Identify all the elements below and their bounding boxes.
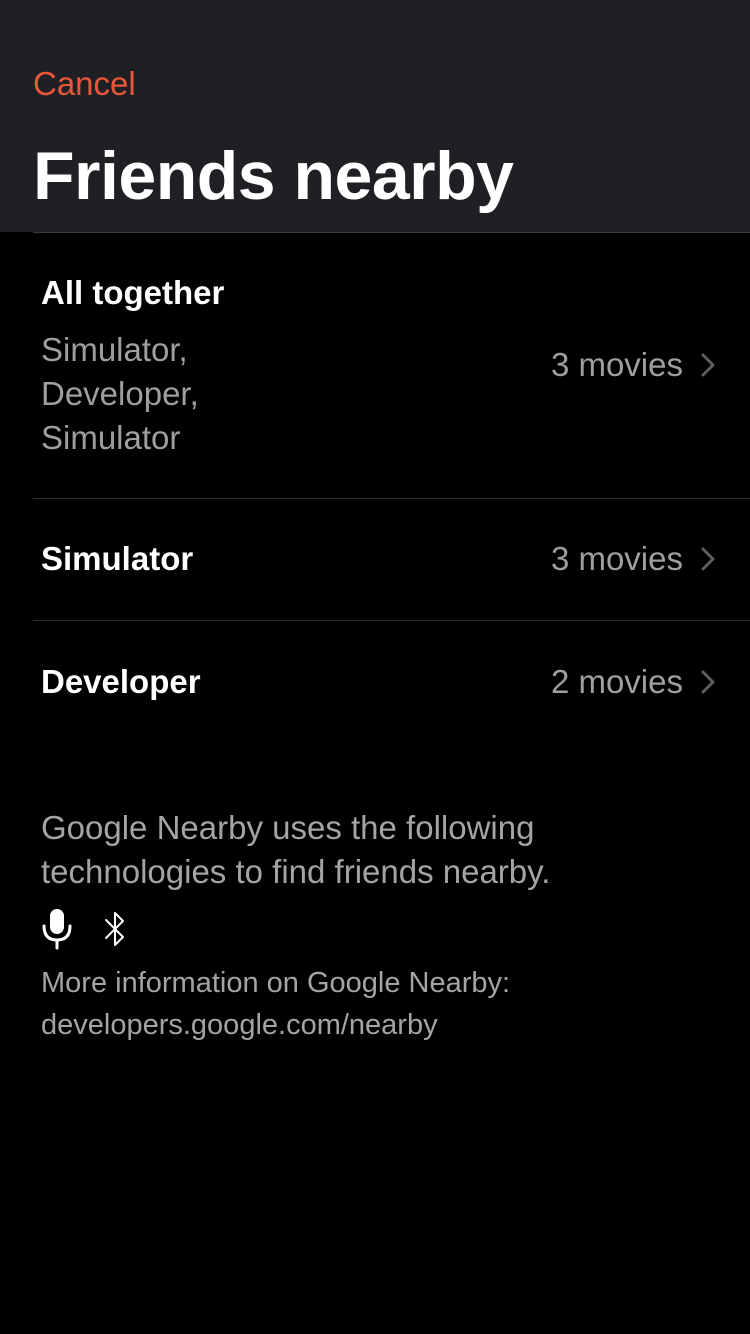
technology-icons [41,906,127,952]
row-count: 3 movies [550,540,683,577]
more-info: More information on Google Nearby: devel… [41,962,681,1046]
row-members: Simulator, Developer, Simulator [41,331,199,456]
chevron-right-icon [701,353,715,377]
chevron-right-icon [701,547,715,571]
microphone-icon [42,909,72,950]
page-title: Friends nearby [33,138,514,214]
chevron-right-icon [701,670,715,694]
bluetooth-icon [105,912,124,946]
row-title: Simulator [41,540,194,577]
list-item-simulator[interactable]: Simulator 3 movies [0,499,750,620]
list-item-all-together[interactable]: All together Simulator, Developer, Simul… [0,233,750,498]
list-item-developer[interactable]: Developer 2 movies [0,621,750,742]
more-info-link[interactable]: developers.google.com/nearby [41,1004,681,1046]
row-count: 2 movies [550,663,683,700]
navigation-header: Cancel Friends nearby [0,0,750,232]
more-info-label: More information on Google Nearby: [41,967,511,999]
row-title: Developer [41,663,201,700]
row-title: All together [41,274,225,311]
friends-nearby-screen: Cancel Friends nearby All together Simul… [0,0,750,1334]
nearby-info-text: Google Nearby uses the following technol… [41,809,551,890]
row-count: 3 movies [550,346,683,383]
cancel-button[interactable]: Cancel [33,62,136,106]
